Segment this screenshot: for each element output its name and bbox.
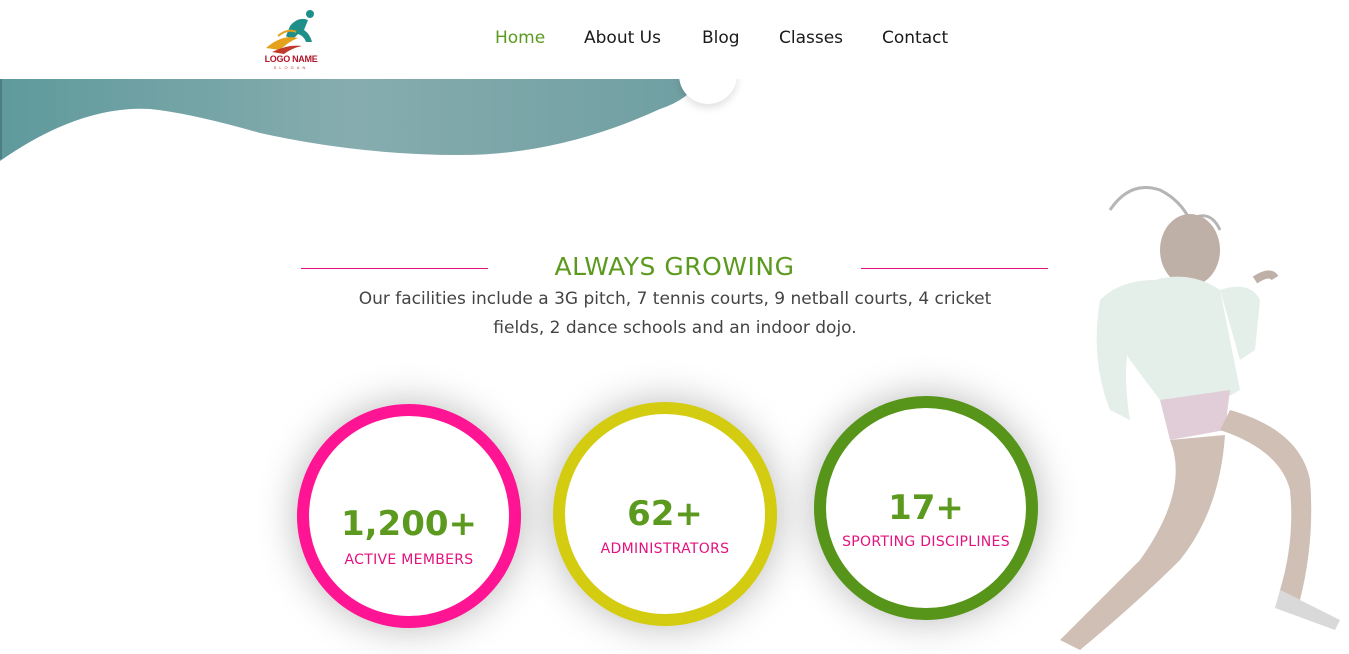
logo-subtext: SLOGAN	[273, 65, 309, 70]
stat-value: 17+	[888, 488, 964, 528]
stat-active-members: 1,200+ ACTIVE MEMBERS	[297, 404, 521, 628]
runner-image	[1060, 186, 1340, 650]
stat-value: 1,200+	[340, 504, 478, 544]
description-line-1: Our facilities include a 3G pitch, 7 ten…	[358, 289, 992, 309]
nav-classes[interactable]: Classes	[779, 28, 843, 48]
nav-home[interactable]: Home	[495, 28, 545, 48]
stat-label: SPORTING DISCIPLINES	[842, 534, 1010, 550]
section-title: ALWAYS GROWING	[554, 252, 795, 281]
hero-image-band	[0, 79, 700, 161]
stat-label: ADMINISTRATORS	[600, 541, 730, 557]
nav-contact[interactable]: Contact	[882, 28, 948, 48]
nav-about-us[interactable]: About Us	[584, 28, 661, 48]
stat-administrators: 62+ ADMINISTRATORS	[553, 402, 777, 626]
title-rule-right	[861, 268, 1048, 269]
stat-label: ACTIVE MEMBERS	[344, 552, 474, 568]
site-header: LOGO NAME SLOGAN Home About Us Blog Clas…	[0, 0, 1349, 79]
site-logo[interactable]: LOGO NAME SLOGAN	[258, 8, 324, 70]
stat-sporting-disciplines: 17+ SPORTING DISCIPLINES	[814, 396, 1038, 620]
logo-text: LOGO NAME	[264, 54, 318, 64]
description-line-2: fields, 2 dance schools and an indoor do…	[493, 318, 857, 338]
title-rule-left	[301, 268, 488, 269]
athlete-logo-icon	[266, 10, 314, 54]
section-description: Our facilities include a 3G pitch, 7 ten…	[340, 285, 1010, 343]
stat-value: 62+	[627, 494, 703, 534]
nav-blog[interactable]: Blog	[702, 28, 740, 48]
